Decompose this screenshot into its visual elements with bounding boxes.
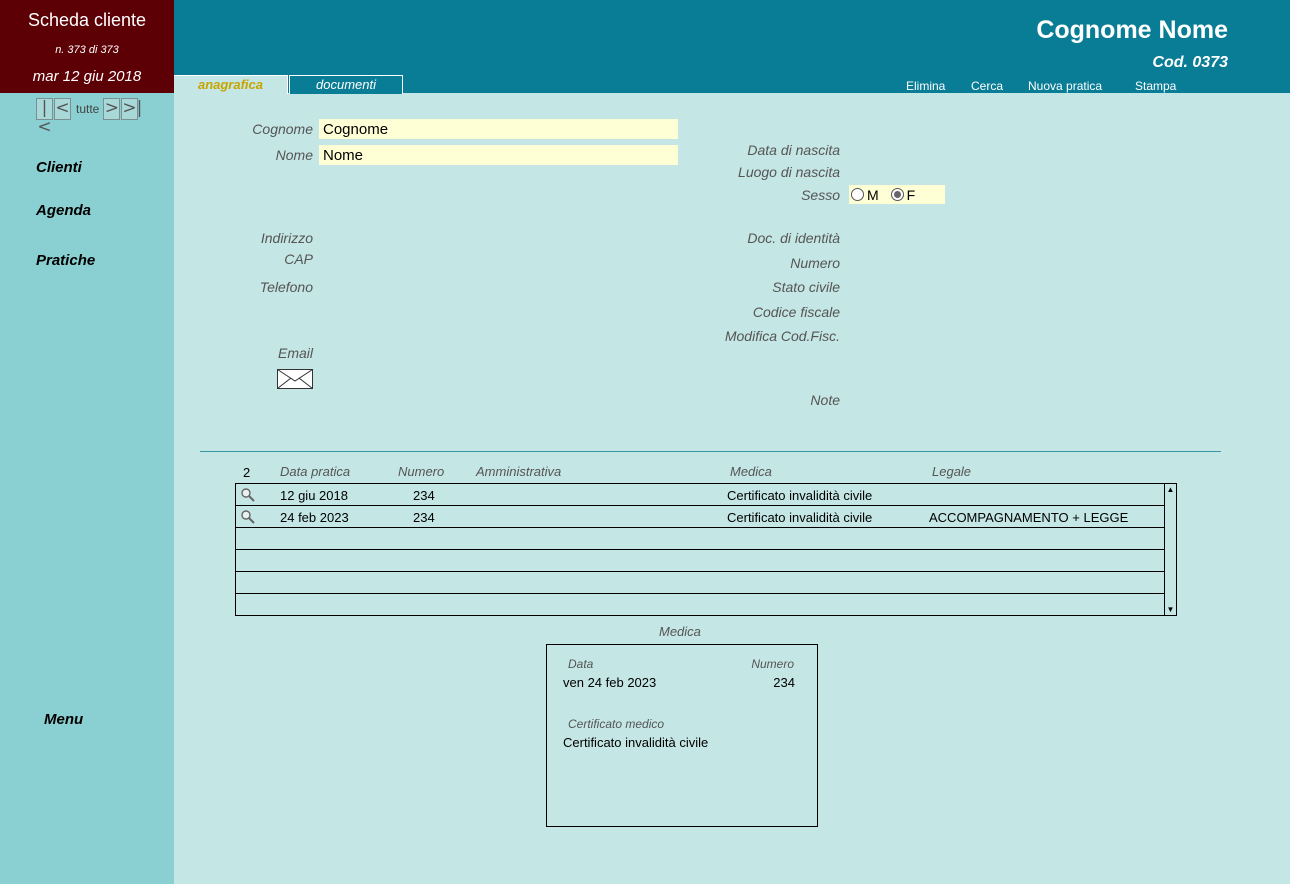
- previous-record-button[interactable]: <: [54, 98, 71, 120]
- sesso-option-f[interactable]: F: [890, 186, 916, 203]
- doc-identita-label: Doc. di identità: [747, 230, 840, 246]
- sidebar-item-agenda[interactable]: Agenda: [36, 202, 91, 219]
- empty-row: [236, 528, 1164, 550]
- sidebar-item-menu[interactable]: Menu: [44, 711, 83, 728]
- luogo-nascita-label: Luogo di nascita: [738, 164, 840, 180]
- stampa-button[interactable]: Stampa: [1135, 79, 1176, 93]
- window-title: Scheda cliente: [27, 10, 147, 30]
- client-name: Cognome Nome: [1036, 16, 1228, 44]
- detail-numero-value: 234: [773, 675, 795, 690]
- empty-row: [236, 594, 1164, 616]
- telefono-label: Telefono: [259, 279, 313, 295]
- radio-f-icon[interactable]: [890, 188, 904, 201]
- col-header-data: Data pratica: [280, 464, 351, 479]
- cap-label: CAP: [284, 251, 313, 267]
- record-position: n. 373 di 373: [55, 44, 119, 56]
- radio-m-icon[interactable]: [851, 188, 864, 201]
- row-numero: 234: [413, 488, 435, 503]
- first-record-button[interactable]: |<: [36, 98, 53, 137]
- indirizzo-label: Indirizzo: [260, 230, 313, 246]
- sesso-option-m[interactable]: M: [851, 187, 879, 203]
- section-divider: [200, 451, 1221, 452]
- header: Cognome Nome Cod. 0373 anagrafica docume…: [174, 0, 1290, 94]
- scroll-up-icon[interactable]: ▲: [1166, 485, 1175, 494]
- sidebar-item-clienti[interactable]: Clienti: [36, 159, 82, 176]
- tab-documenti[interactable]: documenti: [289, 75, 403, 94]
- title-box: Scheda cliente n. 373 di 373 mar 12 giu …: [0, 0, 174, 93]
- practices-list: 12 giu 2018 234 Certificato invalidità c…: [235, 483, 1165, 616]
- sesso-radio-group: M F: [849, 185, 945, 204]
- list-scrollbar[interactable]: ▲ ▼: [1165, 483, 1177, 616]
- magnifier-icon[interactable]: [240, 509, 256, 525]
- row-legale: ACCOMPAGNAMENTO + LEGGE: [929, 510, 1129, 525]
- detail-numero-label: Numero: [751, 657, 794, 671]
- col-header-legale: Legale: [932, 464, 972, 479]
- detail-certificato-value: Certificato invalidità civile: [563, 735, 709, 750]
- tab-anagrafica[interactable]: anagrafica: [174, 75, 288, 94]
- modifica-cf-label[interactable]: Modifica Cod.Fisc.: [725, 328, 840, 344]
- detail-data-label: Data: [568, 657, 594, 671]
- current-date: mar 12 giu 2018: [32, 68, 142, 85]
- detail-certificato-label: Certificato medico: [568, 717, 665, 731]
- nome-field[interactable]: [319, 145, 678, 165]
- elimina-button[interactable]: Elimina: [906, 79, 945, 93]
- sidebar-item-pratiche[interactable]: Pratiche: [36, 252, 95, 269]
- row-data: 24 feb 2023: [280, 510, 349, 525]
- sidebar: |< < tutte > >| Clienti Agenda Pratiche …: [0, 93, 174, 884]
- note-label: Note: [810, 392, 840, 408]
- next-record-button[interactable]: >: [103, 98, 121, 120]
- nuova-pratica-button[interactable]: Nuova pratica: [1028, 79, 1102, 93]
- stato-civile-label: Stato civile: [772, 279, 840, 295]
- col-header-medica: Medica: [730, 464, 772, 479]
- detail-title: Medica: [659, 624, 701, 639]
- row-data: 12 giu 2018: [280, 488, 348, 503]
- nome-label: Nome: [275, 147, 313, 163]
- col-header-amministrativa: Amministrativa: [476, 464, 562, 479]
- cognome-field[interactable]: [319, 119, 678, 139]
- sesso-f-label: F: [906, 186, 916, 203]
- detail-panel: Data Numero ven 24 feb 2023 234 Certific…: [546, 644, 818, 827]
- all-records-button[interactable]: tutte: [72, 98, 103, 120]
- empty-row: [236, 572, 1164, 594]
- send-email-icon[interactable]: [277, 369, 313, 389]
- record-navigator: |< < tutte > >|: [36, 98, 142, 137]
- cerca-button[interactable]: Cerca: [971, 79, 1003, 93]
- scroll-down-icon[interactable]: ▼: [1166, 605, 1175, 614]
- last-record-button[interactable]: >|: [121, 98, 142, 120]
- empty-row: [236, 550, 1164, 572]
- data-nascita-label: Data di nascita: [747, 142, 840, 158]
- col-header-numero: Numero: [398, 464, 445, 479]
- magnifier-icon[interactable]: [240, 487, 256, 503]
- numero-doc-label: Numero: [790, 255, 840, 271]
- table-row[interactable]: 24 feb 2023 234 Certificato invalidità c…: [236, 506, 1164, 528]
- sesso-label: Sesso: [801, 187, 840, 203]
- practices-count: 2: [243, 465, 251, 480]
- cognome-label: Cognome: [252, 121, 313, 137]
- codice-fiscale-label: Codice fiscale: [752, 304, 840, 320]
- table-row[interactable]: 12 giu 2018 234 Certificato invalidità c…: [236, 484, 1164, 506]
- row-numero: 234: [413, 510, 435, 525]
- sesso-m-label: M: [867, 186, 879, 203]
- row-medica: Certificato invalidità civile: [727, 510, 873, 525]
- detail-data-value: ven 24 feb 2023: [563, 675, 657, 690]
- client-code: Cod. 0373: [1152, 54, 1228, 71]
- row-medica: Certificato invalidità civile: [727, 488, 873, 503]
- email-label: Email: [277, 345, 313, 361]
